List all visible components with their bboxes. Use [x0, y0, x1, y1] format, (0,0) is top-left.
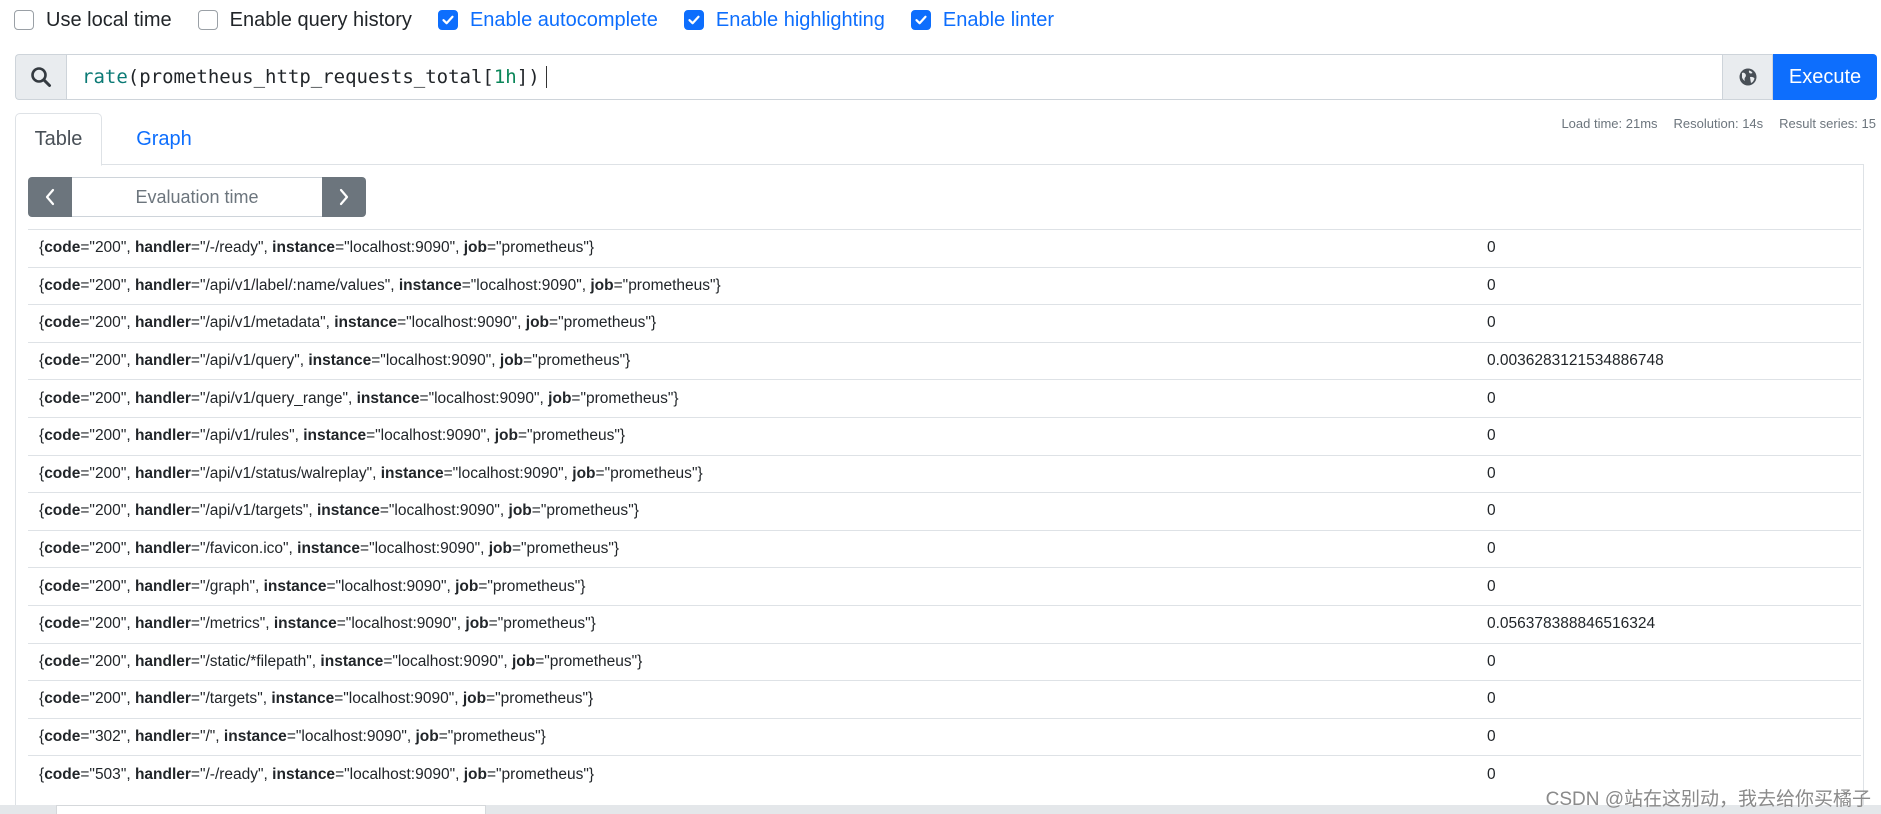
- option-enable-query-history[interactable]: Enable query history: [197, 8, 412, 32]
- series-labels: {code="200", handler="/api/v1/targets", …: [39, 502, 639, 520]
- series-labels: {code="200", handler="/api/v1/status/wal…: [39, 464, 703, 482]
- series-labels: {code="503", handler="/-/ready", instanc…: [39, 766, 595, 784]
- option-label: Enable query history: [229, 8, 412, 31]
- table-row: {code="200", handler="/api/v1/query_rang…: [28, 380, 1861, 418]
- table-row: {code="200", handler="/targets", instanc…: [28, 681, 1861, 719]
- series-value: 0: [1487, 690, 1496, 708]
- series-value: 0: [1487, 577, 1496, 595]
- series-value: 0: [1487, 239, 1496, 257]
- series-labels: {code="302", handler="/", instance="loca…: [39, 728, 546, 746]
- chevron-left-icon: [45, 188, 55, 206]
- series-value: 0.056378388846516324: [1487, 615, 1656, 633]
- tab-graph[interactable]: Graph: [124, 113, 204, 166]
- option-label: Enable linter: [942, 8, 1055, 31]
- eval-time-prev-button[interactable]: [28, 177, 72, 217]
- series-labels: {code="200", handler="/metrics", instanc…: [39, 615, 596, 633]
- series-labels: {code="200", handler="/favicon.ico", ins…: [39, 540, 620, 558]
- enable-linter-checkbox[interactable]: [910, 10, 931, 30]
- table-row: {code="200", handler="/graph", instance=…: [28, 568, 1861, 606]
- series-value: 0: [1487, 652, 1496, 670]
- query-range: 1h: [493, 66, 517, 88]
- table-row: {code="302", handler="/", instance="loca…: [28, 719, 1861, 757]
- use-local-time-checkbox[interactable]: [14, 10, 34, 30]
- series-value: 0: [1487, 766, 1496, 784]
- checkmark-icon: [442, 15, 454, 25]
- search-addon: [15, 54, 66, 100]
- series-labels: {code="200", handler="/api/v1/query_rang…: [39, 389, 679, 407]
- option-enable-autocomplete[interactable]: Enable autocomplete: [437, 8, 658, 32]
- table-row: {code="200", handler="/api/v1/metadata",…: [28, 305, 1861, 343]
- series-labels: {code="200", handler="/targets", instanc…: [39, 690, 594, 708]
- query-bar: rate(prometheus_http_requests_total[1h])…: [15, 54, 1877, 100]
- results-table: {code="200", handler="/-/ready", instanc…: [28, 229, 1861, 794]
- series-labels: {code="200", handler="/-/ready", instanc…: [39, 239, 595, 257]
- series-value: 0.0036283121534886748: [1487, 352, 1664, 370]
- series-value: 0: [1487, 502, 1496, 520]
- view-tabs: Table Graph: [15, 113, 1864, 166]
- series-labels: {code="200", handler="/graph", instance=…: [39, 577, 586, 595]
- checkmark-icon: [688, 15, 700, 25]
- metrics-explorer-button[interactable]: [1723, 54, 1773, 100]
- series-labels: {code="200", handler="/api/v1/rules", in…: [39, 427, 626, 445]
- text-cursor: [545, 66, 547, 88]
- evaluation-time-input[interactable]: Evaluation time: [72, 177, 322, 217]
- tab-table[interactable]: Table: [15, 113, 102, 166]
- enable-query-history-checkbox[interactable]: [197, 10, 218, 30]
- option-label: Enable highlighting: [715, 8, 885, 31]
- table-row: {code="200", handler="/api/v1/status/wal…: [28, 456, 1861, 494]
- option-label: Enable autocomplete: [469, 8, 658, 31]
- series-value: 0: [1487, 540, 1496, 558]
- series-value: 0: [1487, 314, 1496, 332]
- search-icon: [31, 67, 51, 87]
- table-row: {code="200", handler="/-/ready", instanc…: [28, 230, 1861, 268]
- table-row: {code="200", handler="/metrics", instanc…: [28, 606, 1861, 644]
- series-value: 0: [1487, 427, 1496, 445]
- table-row: {code="200", handler="/favicon.ico", ins…: [28, 531, 1861, 569]
- series-value: 0: [1487, 464, 1496, 482]
- eval-time-next-button[interactable]: [322, 177, 366, 217]
- table-row: {code="200", handler="/api/v1/rules", in…: [28, 418, 1861, 456]
- series-value: 0: [1487, 728, 1496, 746]
- evaluation-time-control: Evaluation time: [28, 177, 366, 217]
- enable-highlighting-checkbox[interactable]: [683, 10, 704, 30]
- query-range-close: ]: [516, 66, 529, 88]
- series-labels: {code="200", handler="/api/v1/query", in…: [39, 352, 631, 370]
- chevron-right-icon: [339, 188, 349, 206]
- table-row: {code="200", handler="/static/*filepath"…: [28, 644, 1861, 682]
- query-metric: prometheus_http_requests_total: [139, 66, 483, 88]
- series-labels: {code="200", handler="/api/v1/metadata",…: [39, 314, 657, 332]
- query-range-open: [: [482, 66, 494, 88]
- table-row: {code="200", handler="/api/v1/query", in…: [28, 343, 1861, 381]
- watermark: CSDN @站在这别动，我去给你买橘子: [1545, 789, 1871, 810]
- series-labels: {code="200", handler="/static/*filepath"…: [39, 652, 643, 670]
- expression-input[interactable]: rate(prometheus_http_requests_total[1h]): [66, 54, 1723, 100]
- option-enable-linter[interactable]: Enable linter: [910, 8, 1055, 32]
- enable-autocomplete-checkbox[interactable]: [437, 10, 458, 30]
- option-enable-highlighting[interactable]: Enable highlighting: [683, 8, 885, 32]
- option-use-local-time[interactable]: Use local time: [14, 9, 172, 32]
- table-row: {code="200", handler="/api/v1/label/:nam…: [28, 268, 1861, 306]
- checkmark-icon: [915, 15, 927, 25]
- series-labels: {code="200", handler="/api/v1/label/:nam…: [39, 276, 721, 294]
- query-close-paren: ): [528, 66, 540, 88]
- query-options: Use local time Enable query history Enab…: [14, 6, 1080, 34]
- table-row: {code="200", handler="/api/v1/targets", …: [28, 493, 1861, 531]
- series-value: 0: [1487, 276, 1496, 294]
- execute-button[interactable]: Execute: [1773, 54, 1877, 100]
- globe-icon: [1739, 68, 1756, 86]
- query-function: rate: [82, 66, 128, 88]
- bottom-tab-piece: [56, 805, 486, 814]
- option-label: Use local time: [46, 8, 172, 31]
- series-value: 0: [1487, 389, 1496, 407]
- query-open-paren: (: [127, 66, 140, 88]
